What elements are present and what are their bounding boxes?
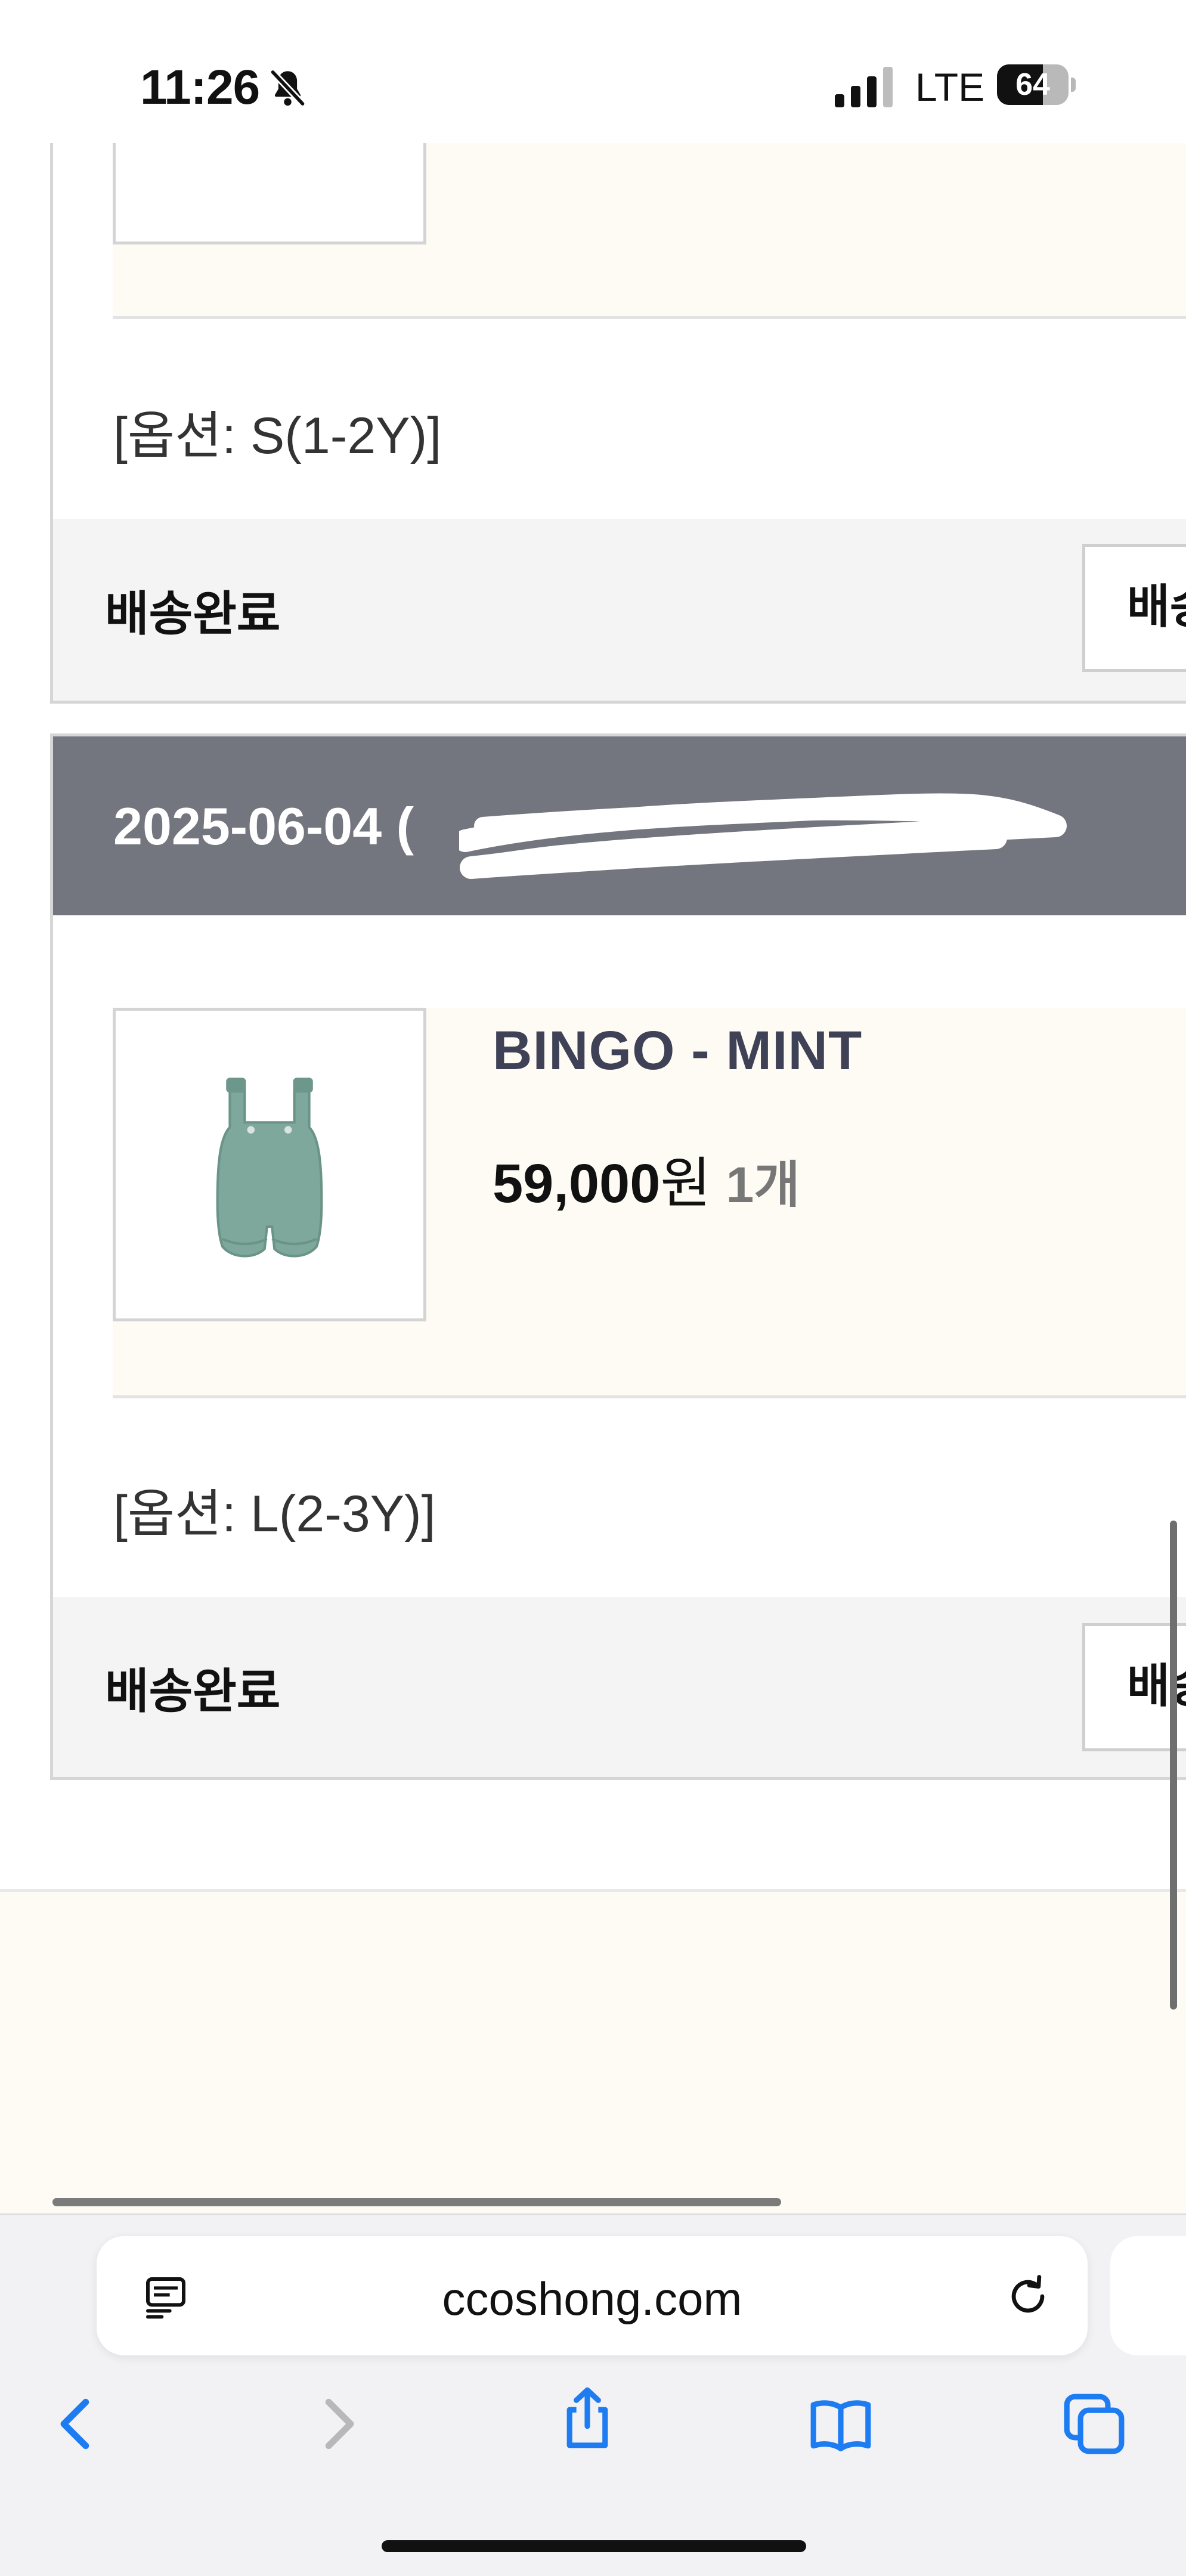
divider — [113, 1395, 1186, 1398]
page-load-progress — [52, 2198, 781, 2206]
back-icon[interactable] — [45, 2391, 110, 2457]
order-date: 2025-06-04 ( — [113, 797, 414, 856]
option-text: [옵션: S(1-2Y)] — [113, 407, 442, 465]
price-value: 59,000 — [493, 1153, 661, 1214]
redaction-scribble — [459, 793, 1067, 879]
delivery-status: 배송완료 — [105, 1665, 281, 1718]
product-name[interactable]: BINGO - MINT — [493, 1020, 862, 1082]
forward-icon[interactable] — [304, 2391, 370, 2457]
option-text: [옵션: L(2-3Y)] — [113, 1485, 436, 1543]
quantity: 1개 — [726, 1157, 800, 1213]
bookmarks-icon[interactable] — [808, 2391, 874, 2457]
price-unit: 원 — [660, 1153, 711, 1214]
battery-icon: 64 — [997, 64, 1076, 105]
url-text[interactable]: ccoshong.com — [97, 2272, 1088, 2326]
battery-percent: 64 — [1015, 67, 1050, 102]
delivery-tracking-button[interactable]: 배송 — [1082, 544, 1186, 672]
footer — [0, 1892, 1186, 2214]
bell-slash-icon — [270, 70, 305, 106]
product-thumbnail[interactable] — [113, 1008, 426, 1321]
delivery-status: 배송완료 — [105, 587, 281, 640]
signal-icon — [835, 67, 893, 107]
divider — [113, 316, 1186, 319]
product-thumbnail[interactable] — [113, 143, 426, 244]
status-time: 11:26 — [140, 60, 260, 114]
scroll-indicator[interactable] — [1170, 1521, 1177, 2010]
share-icon[interactable] — [555, 2385, 620, 2451]
network-type: LTE — [915, 65, 985, 109]
overalls-image — [216, 1078, 323, 1258]
home-indicator — [382, 2540, 806, 2552]
product-price: 59,000원 1개 — [493, 1139, 800, 1218]
reload-icon[interactable] — [1004, 2272, 1052, 2321]
tabs-icon[interactable] — [1061, 2391, 1127, 2457]
next-tab-preview[interactable] — [1110, 2236, 1186, 2355]
